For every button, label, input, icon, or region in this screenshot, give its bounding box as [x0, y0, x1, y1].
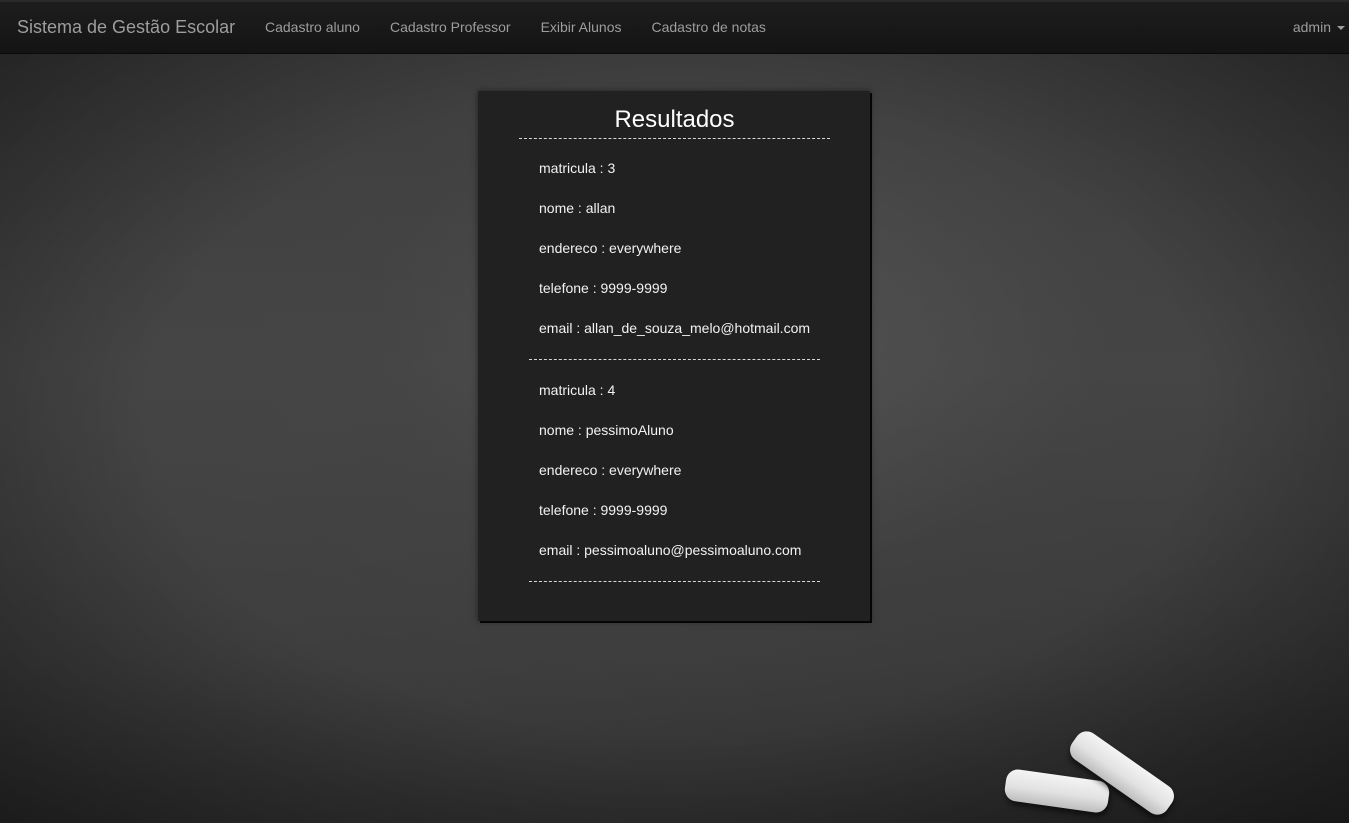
- student-record: matricula : 4 nome : pessimoAluno endere…: [529, 371, 820, 582]
- email-field: email : pessimoaluno@pessimoaluno.com: [539, 542, 802, 558]
- matricula-field: matricula : 4: [539, 382, 616, 398]
- student-record: matricula : 3 nome : allan endereco : ev…: [529, 149, 820, 360]
- nav-item-cadastro-aluno: Cadastro aluno: [250, 2, 375, 54]
- email-field: email : allan_de_souza_melo@hotmail.com: [539, 320, 811, 336]
- results-title: Resultados: [519, 104, 830, 139]
- brand-link[interactable]: Sistema de Gestão Escolar: [17, 17, 235, 38]
- nav-item-exibir-alunos: Exibir Alunos: [526, 2, 637, 54]
- nav-item-cadastro-notas: Cadastro de notas: [637, 2, 781, 54]
- user-name: admin: [1292, 19, 1331, 35]
- telefone-field: telefone : 9999-9999: [539, 280, 668, 296]
- nav-item-cadastro-professor: Cadastro Professor: [375, 2, 526, 54]
- nome-field: nome : allan: [539, 200, 616, 216]
- matricula-field: matricula : 3: [539, 160, 616, 176]
- chalk-piece-image: [1003, 767, 1111, 815]
- nav-link-exibir-alunos[interactable]: Exibir Alunos: [526, 2, 637, 54]
- results-panel: Resultados matricula : 3 nome : allan en…: [478, 91, 870, 621]
- results-list: matricula : 3 nome : allan endereco : ev…: [529, 149, 820, 593]
- user-dropdown[interactable]: admin: [1293, 19, 1345, 35]
- top-navbar: Sistema de Gestão Escolar Cadastro aluno…: [0, 0, 1349, 54]
- nav-link-cadastro-aluno[interactable]: Cadastro aluno: [250, 2, 375, 54]
- telefone-field: telefone : 9999-9999: [539, 502, 668, 518]
- nome-field: nome : pessimoAluno: [539, 422, 674, 438]
- endereco-field: endereco : everywhere: [539, 240, 682, 256]
- nav-link-cadastro-professor[interactable]: Cadastro Professor: [375, 2, 526, 54]
- endereco-field: endereco : everywhere: [539, 462, 682, 478]
- nav-menu: Cadastro aluno Cadastro Professor Exibir…: [250, 2, 781, 54]
- nav-link-cadastro-notas[interactable]: Cadastro de notas: [637, 2, 781, 54]
- caret-down-icon: [1337, 26, 1345, 30]
